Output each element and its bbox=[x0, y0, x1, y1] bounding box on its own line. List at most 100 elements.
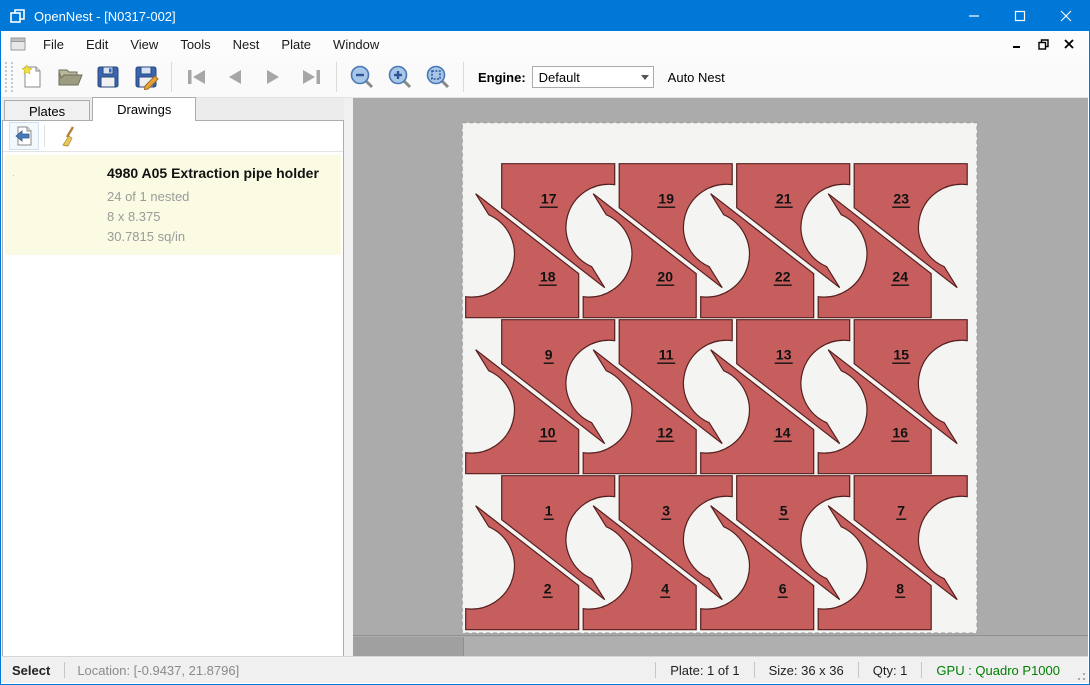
save-button[interactable] bbox=[92, 61, 124, 93]
part-number: 13 bbox=[776, 347, 792, 363]
gpu-status: GPU : Quadro P1000 bbox=[922, 663, 1074, 678]
save-as-button[interactable] bbox=[130, 61, 162, 93]
part-number: 21 bbox=[776, 191, 792, 207]
title-bar: OpenNest - [N0317-002] bbox=[1, 1, 1089, 31]
save-icon bbox=[95, 64, 121, 90]
part-number: 17 bbox=[541, 191, 557, 207]
minimize-button[interactable] bbox=[951, 1, 997, 31]
menu-item-nest[interactable]: Nest bbox=[222, 33, 271, 56]
go-first-button[interactable] bbox=[181, 61, 213, 93]
part-number: 2 bbox=[544, 581, 552, 597]
menu-items: FileEditViewToolsNestPlateWindow bbox=[32, 33, 390, 56]
window-title: OpenNest - [N0317-002] bbox=[34, 9, 176, 24]
go-previous-button[interactable] bbox=[219, 61, 251, 93]
engine-label: Engine: bbox=[478, 70, 526, 85]
drawing-list-item[interactable]: 4980 A05 Extraction pipe holder 24 of 1 … bbox=[5, 155, 341, 255]
new-file-icon bbox=[19, 64, 45, 90]
horizontal-scrollbar[interactable] bbox=[353, 635, 1088, 657]
left-panel: Plates Drawings bbox=[2, 98, 353, 657]
scrollbar-thumb[interactable] bbox=[353, 637, 464, 657]
mdi-minimize-button[interactable] bbox=[1006, 35, 1028, 53]
clear-drawings-button[interactable] bbox=[56, 123, 84, 149]
toolbar-separator bbox=[463, 62, 464, 92]
import-drawing-button[interactable] bbox=[9, 122, 39, 150]
zoom-in-button[interactable] bbox=[384, 61, 416, 93]
go-last-button[interactable] bbox=[295, 61, 327, 93]
app-icon bbox=[10, 8, 26, 24]
maximize-button[interactable] bbox=[997, 1, 1043, 31]
tab-plates[interactable]: Plates bbox=[4, 100, 90, 121]
nesting-canvas[interactable]: 171921231820222491113151012141613572468 bbox=[353, 98, 1088, 657]
drawing-area: 30.7815 sq/in bbox=[107, 227, 319, 247]
tab-drawings[interactable]: Drawings bbox=[92, 97, 196, 121]
part-number: 11 bbox=[659, 347, 674, 363]
resize-grip[interactable] bbox=[1074, 657, 1088, 683]
cursor-location: Location: [-0.9437, 21.8796] bbox=[65, 663, 251, 678]
chevron-down-icon bbox=[641, 75, 649, 80]
menu-item-edit[interactable]: Edit bbox=[75, 33, 119, 56]
drawings-panel: 4980 A05 Extraction pipe holder 24 of 1 … bbox=[2, 120, 344, 657]
part-number: 20 bbox=[657, 269, 673, 285]
toolbar-separator bbox=[336, 62, 337, 92]
mdi-close-button[interactable] bbox=[1058, 35, 1080, 53]
drawing-dimensions: 8 x 8.375 bbox=[107, 207, 319, 227]
mdi-restore-button[interactable] bbox=[1032, 35, 1054, 53]
go-previous-icon bbox=[223, 66, 247, 88]
part-number: 22 bbox=[775, 269, 791, 285]
part-thumbnail bbox=[11, 163, 95, 247]
new-file-button[interactable] bbox=[16, 61, 48, 93]
part-number: 3 bbox=[662, 503, 670, 519]
mode-status: Select bbox=[2, 663, 64, 678]
main-toolbar: Engine: Default Auto Nest bbox=[2, 57, 1088, 98]
zoom-fit-icon bbox=[425, 64, 451, 90]
toolbar-separator bbox=[44, 125, 45, 147]
menu-item-plate[interactable]: Plate bbox=[270, 33, 322, 56]
menu-item-tools[interactable]: Tools bbox=[169, 33, 221, 56]
part-number: 10 bbox=[540, 425, 556, 441]
toolbar-separator bbox=[171, 62, 172, 92]
drawings-toolbar bbox=[3, 121, 343, 152]
plate-view[interactable]: 171921231820222491113151012141613572468 bbox=[353, 98, 1088, 638]
plate-qty: Qty: 1 bbox=[859, 663, 922, 678]
drawing-nested-count: 24 of 1 nested bbox=[107, 187, 319, 207]
menu-item-window[interactable]: Window bbox=[322, 33, 390, 56]
mdi-document-icon[interactable] bbox=[10, 36, 26, 52]
close-button[interactable] bbox=[1043, 1, 1089, 31]
part-number: 19 bbox=[658, 191, 674, 207]
part-number: 8 bbox=[896, 581, 904, 597]
open-file-button[interactable] bbox=[54, 61, 86, 93]
app-window: OpenNest - [N0317-002] FileEditViewTools… bbox=[0, 0, 1090, 685]
menu-item-file[interactable]: File bbox=[32, 33, 75, 56]
go-last-icon bbox=[299, 66, 323, 88]
menu-item-view[interactable]: View bbox=[119, 33, 169, 56]
part-number: 16 bbox=[892, 425, 908, 441]
zoom-out-icon bbox=[349, 64, 375, 90]
engine-select[interactable]: Default bbox=[532, 66, 654, 88]
engine-value: Default bbox=[539, 70, 580, 85]
part-number: 4 bbox=[661, 581, 669, 597]
auto-nest-button[interactable]: Auto Nest bbox=[668, 70, 725, 85]
zoom-out-button[interactable] bbox=[346, 61, 378, 93]
toolbar-grip[interactable] bbox=[5, 62, 13, 92]
part-number: 7 bbox=[897, 503, 905, 519]
part-number: 18 bbox=[540, 269, 556, 285]
go-next-icon bbox=[261, 66, 285, 88]
open-file-icon bbox=[56, 64, 84, 90]
tab-strip: Plates Drawings bbox=[2, 98, 344, 121]
plate-count: Plate: 1 of 1 bbox=[656, 663, 753, 678]
menu-bar: FileEditViewToolsNestPlateWindow bbox=[2, 31, 1088, 57]
status-bar: Select Location: [-0.9437, 21.8796] Plat… bbox=[2, 656, 1088, 683]
part-number: 9 bbox=[545, 347, 553, 363]
part-number: 23 bbox=[893, 191, 909, 207]
part-number: 12 bbox=[657, 425, 673, 441]
save-as-icon bbox=[133, 64, 159, 90]
part-number: 6 bbox=[779, 581, 787, 597]
part-number: 14 bbox=[775, 425, 791, 441]
import-drawing-icon bbox=[13, 125, 35, 147]
zoom-in-icon bbox=[387, 64, 413, 90]
broom-icon bbox=[59, 125, 81, 147]
part-number: 24 bbox=[892, 269, 908, 285]
zoom-fit-button[interactable] bbox=[422, 61, 454, 93]
part-number: 15 bbox=[893, 347, 909, 363]
go-next-button[interactable] bbox=[257, 61, 289, 93]
